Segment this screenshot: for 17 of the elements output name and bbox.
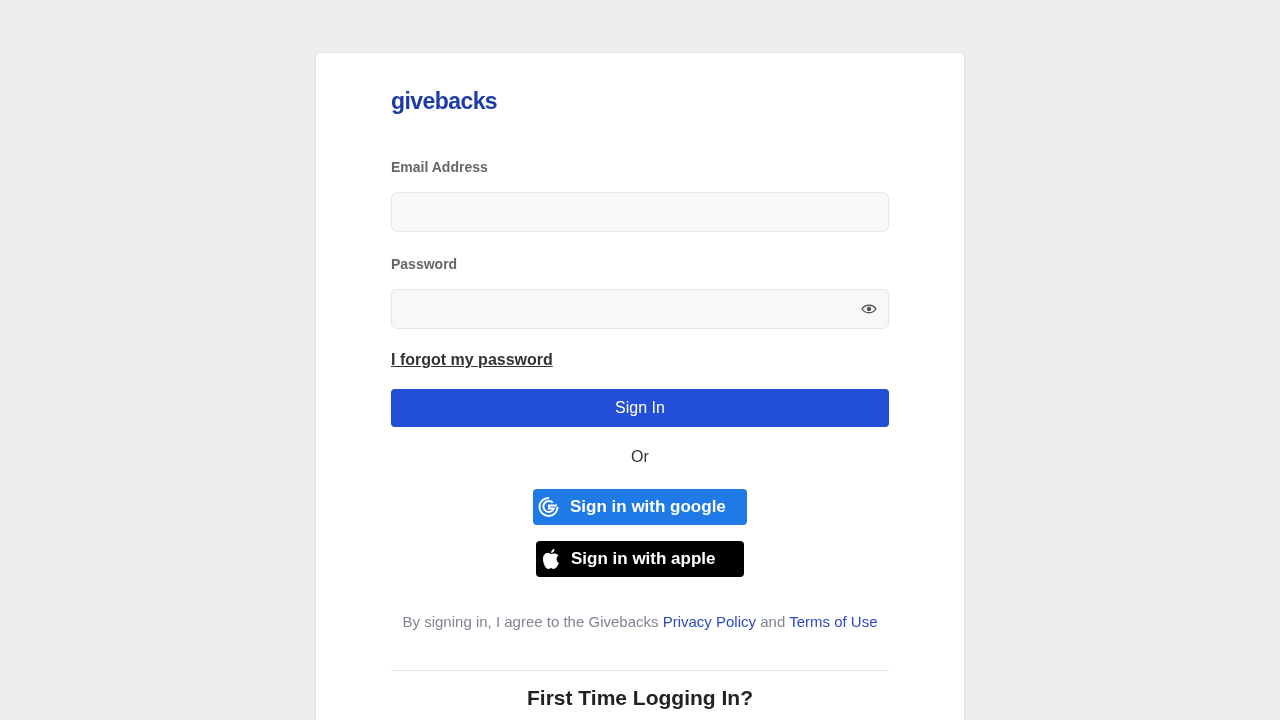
apple-icon xyxy=(541,548,561,570)
google-sign-in-button[interactable]: Sign in with google xyxy=(533,489,747,525)
apple-sign-in-button[interactable]: Sign in with apple xyxy=(536,541,744,577)
logo: givebacks xyxy=(391,90,498,113)
privacy-policy-link[interactable]: Privacy Policy xyxy=(662,613,757,630)
or-text: Or xyxy=(631,447,649,467)
google-icon xyxy=(538,496,560,518)
forgot-password-link[interactable]: I forgot my password xyxy=(391,348,553,372)
section-heading: First Time Logging In? xyxy=(527,684,753,711)
terms-of-use-link[interactable]: Terms of Use xyxy=(789,613,878,630)
terms-text: By signing in, I agree to the Givebacks Privacy Policy and Terms of Use xyxy=(402,612,878,632)
sign-in-button[interactable]: Sign In xyxy=(391,389,889,427)
field-label: Email Address xyxy=(391,158,489,177)
input-field[interactable] xyxy=(391,192,889,232)
eye-icon[interactable] xyxy=(861,303,877,315)
field-label: Password xyxy=(391,255,459,274)
input-field[interactable] xyxy=(391,289,889,329)
